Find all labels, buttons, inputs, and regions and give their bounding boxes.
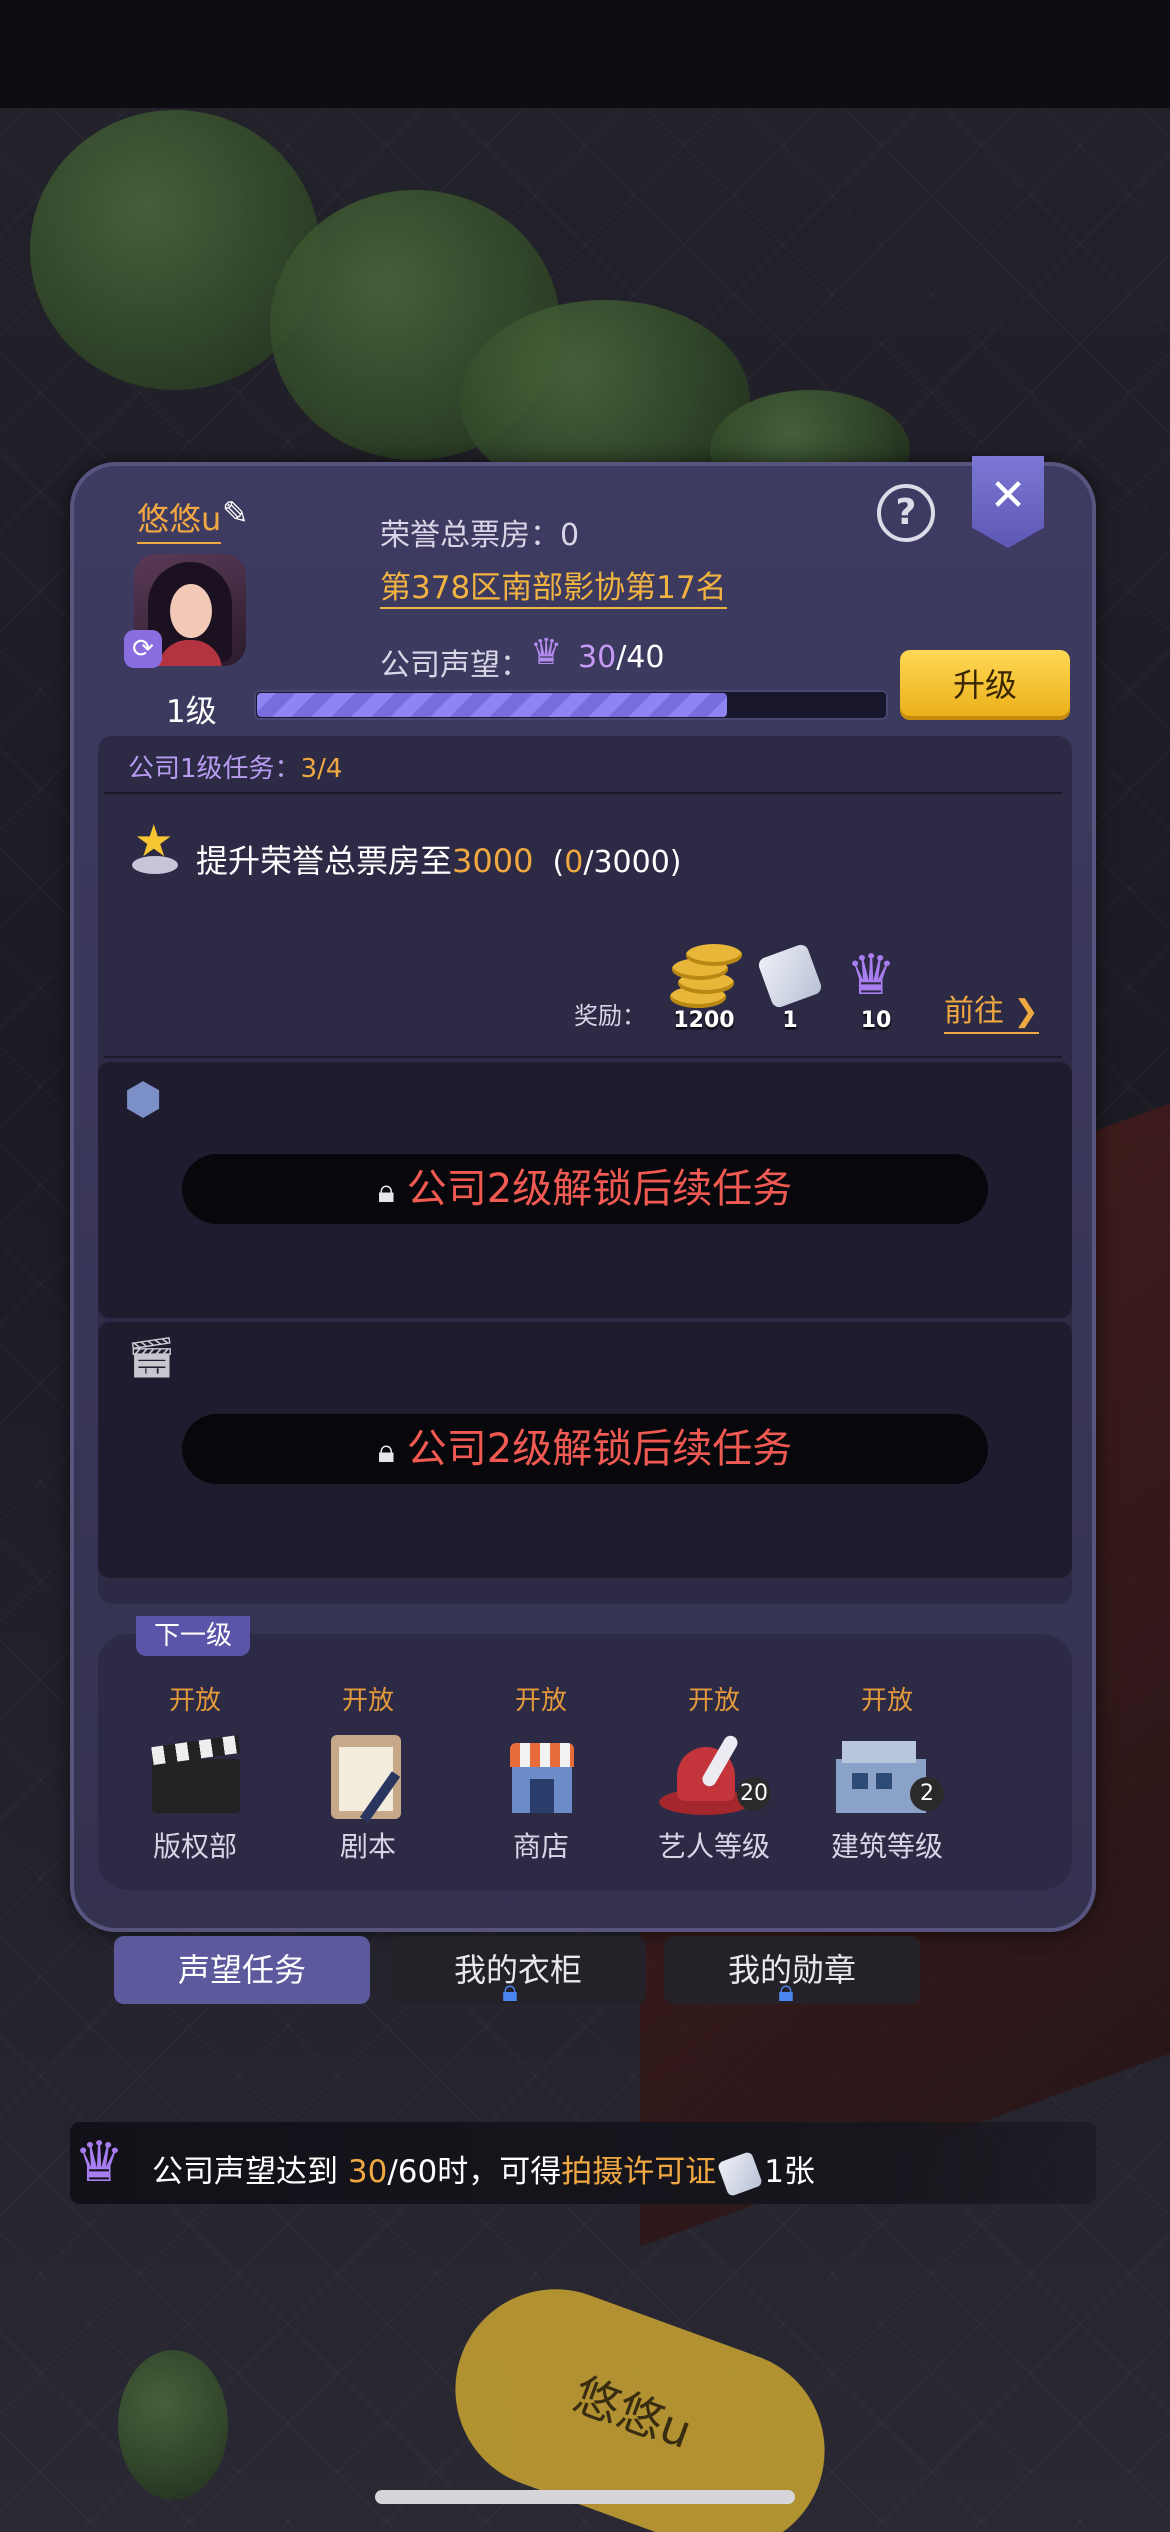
task-description: 提升荣誉总票房至3000 (0/3000) (196, 842, 682, 880)
unlock-item-copyright[interactable]: 开放 版权部 (120, 1680, 270, 1865)
reputation-label: 公司声望： (380, 648, 530, 683)
shop-icon (466, 1729, 616, 1819)
swap-avatar-icon[interactable]: ⟳ (124, 630, 162, 668)
company-sign-text: 悠悠u (566, 2366, 699, 2460)
reputation-progress-fill (257, 693, 727, 717)
unlock-item-script[interactable]: 开放 剧本 (293, 1680, 443, 1865)
crown-icon: ♛ (530, 632, 563, 673)
reward-gold-coins[interactable]: 1200 (664, 940, 744, 1033)
rank-link[interactable]: 第378区南部影协第17名 (380, 562, 727, 609)
next-level-tag: 下一级 (136, 1616, 250, 1656)
tab-wardrobe[interactable]: 我的衣柜 🔒︎ (390, 1936, 646, 2009)
unlock-item-building-level[interactable]: 开放 2 建筑等级 (812, 1680, 962, 1865)
locked-task-pill: 🔒︎ 公司2级解锁后续任务 (182, 1154, 988, 1224)
reward-scroll[interactable]: 1 (750, 940, 830, 1033)
crown-icon: ♛ (846, 943, 897, 1008)
home-indicator[interactable] (375, 2490, 795, 2504)
lock-icon: 🔒︎ (502, 1974, 518, 2009)
help-icon[interactable]: ? (877, 484, 935, 542)
company-level: 1级 (166, 694, 217, 730)
tab-reputation-tasks[interactable]: 声望任务 (114, 1936, 370, 2004)
tab-medals[interactable]: 我的勋章 🔒︎ (664, 1936, 920, 2009)
clapperboard-icon: 🎬︎ (126, 1335, 177, 1381)
script-clipboard-icon (293, 1729, 443, 1823)
puzzle-icon: ⬢ (124, 1074, 163, 1125)
edit-name-icon[interactable]: ✎ (222, 494, 249, 532)
unlock-item-artist-level[interactable]: 开放 20 艺人等级 (639, 1680, 789, 1865)
locked-task-pill: 🔒︎ 公司2级解锁后续任务 (182, 1414, 988, 1484)
upgrade-button[interactable]: 升级 (900, 650, 1070, 720)
reward-label: 奖励： (574, 1002, 646, 1030)
goto-button[interactable]: 前往 ❯ (944, 986, 1039, 1034)
unlock-item-shop[interactable]: 开放 商店 (466, 1680, 616, 1865)
reputation-value: 30/40 (578, 640, 665, 675)
crown-icon: ♛ (74, 2130, 125, 2195)
artist-hat-icon: 20 (639, 1729, 789, 1819)
banner-text: 公司声望达到 30/60时，可得拍摄许可证 1张 (152, 2146, 815, 2197)
scroll-icon (717, 2150, 764, 2197)
star-trophy-icon: ★ (128, 816, 182, 876)
lock-icon: 🔒︎ (778, 1974, 794, 2009)
scroll-icon (750, 940, 830, 1012)
status-bar (0, 0, 1170, 108)
reward-crown[interactable]: ♛ 10 (836, 940, 916, 1034)
tasks-header: 公司1级任务：3/4 (128, 754, 343, 784)
lock-icon: 🔒︎ (377, 1432, 395, 1470)
username[interactable]: 悠悠u (137, 494, 222, 544)
divider (104, 1056, 1062, 1058)
gold-coins-icon (664, 940, 744, 1012)
honor-box-office: 荣誉总票房：0 (380, 518, 580, 553)
close-icon: ✕ (989, 470, 1027, 521)
tree-5 (118, 2350, 228, 2500)
chevron-right-icon: ❯ (1013, 994, 1039, 1029)
clapperboard-icon (120, 1729, 270, 1819)
divider (104, 792, 1062, 794)
reputation-progress-bar (254, 690, 888, 720)
building-icon: 2 (812, 1729, 962, 1819)
lock-icon: 🔒︎ (377, 1172, 395, 1210)
